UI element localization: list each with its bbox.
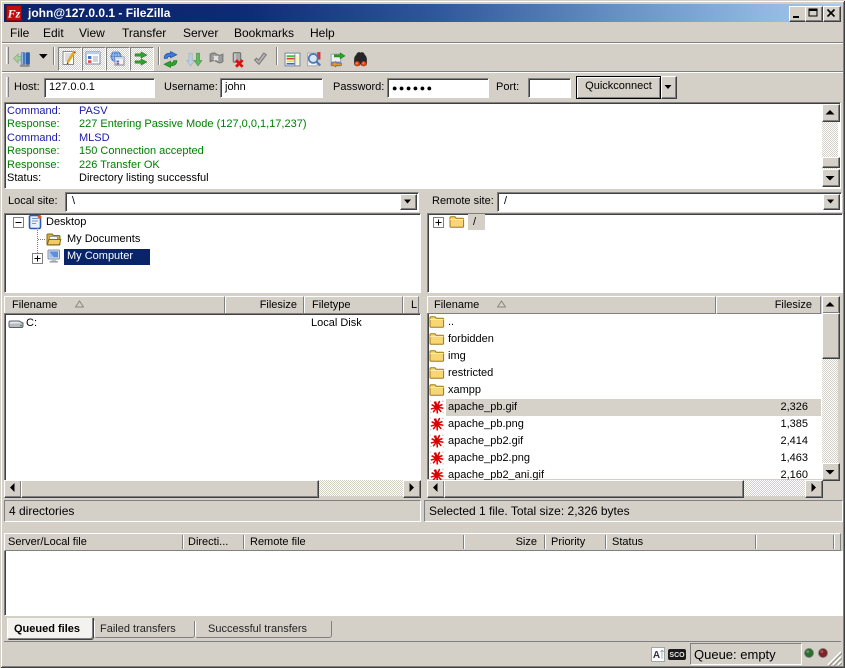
svg-text:A: A: [653, 650, 660, 661]
svg-text:Fz: Fz: [7, 7, 21, 21]
svg-text:SCO: SCO: [669, 652, 685, 659]
